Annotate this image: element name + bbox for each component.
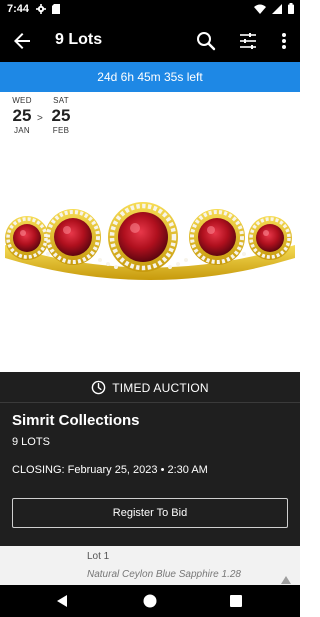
nav-home-icon[interactable] xyxy=(143,594,157,608)
chevron-up-icon[interactable] xyxy=(280,575,292,585)
nav-recents-icon[interactable] xyxy=(230,595,242,607)
countdown-text: 24d 6h 45m 35s left xyxy=(97,70,203,84)
signal-icon xyxy=(272,3,282,14)
end-month: FEB xyxy=(52,126,70,135)
app-bar: 9 Lots xyxy=(0,20,300,62)
wifi-icon xyxy=(254,4,266,14)
lot-count: 9 LOTS xyxy=(12,436,50,448)
start-day: 25 xyxy=(12,106,32,125)
lot-title: Natural Ceylon Blue Sapphire 1.28 xyxy=(87,569,241,580)
countdown-banner: 24d 6h 45m 35s left xyxy=(0,62,300,92)
sd-card-icon xyxy=(52,4,60,14)
filter-icon[interactable] xyxy=(236,29,260,53)
more-vert-icon[interactable] xyxy=(272,29,296,53)
page-title: 9 Lots xyxy=(55,31,103,48)
end-weekday: SAT xyxy=(53,96,69,105)
lot-number: Lot 1 xyxy=(87,551,110,562)
lot-image[interactable] xyxy=(0,150,300,372)
collection-name: Simrit Collections xyxy=(12,412,140,429)
auction-type: TIMED AUCTION xyxy=(0,380,300,395)
search-icon[interactable] xyxy=(194,29,218,53)
battery-icon xyxy=(288,3,294,14)
auction-type-label: TIMED AUCTION xyxy=(112,380,209,395)
date-range: WED 25 JAN > SAT 25 FEB xyxy=(0,96,100,146)
date-separator: > xyxy=(37,113,43,124)
back-arrow-icon[interactable] xyxy=(10,29,34,53)
start-date: WED 25 JAN xyxy=(8,96,36,135)
closing-info: CLOSING: February 25, 2023 • 2:30 AM xyxy=(12,464,208,476)
status-time: 7:44 xyxy=(7,3,30,15)
start-month: JAN xyxy=(13,126,30,135)
status-bar: 7:44 xyxy=(0,0,300,20)
start-weekday: WED xyxy=(12,96,32,105)
end-date: SAT 25 FEB xyxy=(47,96,75,135)
end-day: 25 xyxy=(51,106,71,125)
auction-info-panel: TIMED AUCTION Simrit Collections 9 LOTS … xyxy=(0,372,300,546)
register-to-bid-button[interactable]: Register To Bid xyxy=(12,498,288,528)
system-nav-bar xyxy=(0,585,300,617)
lot-list-item[interactable]: Lot 1 Natural Ceylon Blue Sapphire 1.28 xyxy=(0,546,300,585)
nav-back-icon[interactable] xyxy=(55,594,69,608)
clock-icon xyxy=(91,380,106,395)
gear-icon xyxy=(36,4,46,14)
divider xyxy=(0,402,300,403)
